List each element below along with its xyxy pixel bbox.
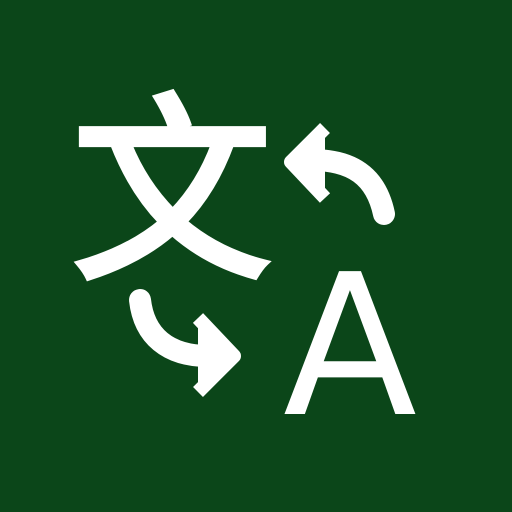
translate-app-icon[interactable]: 文 A: [0, 0, 512, 512]
translate-icon-graphic: 文 A: [0, 0, 512, 512]
source-language-glyph: 文: [72, 77, 272, 310]
target-language-glyph: A: [283, 233, 417, 461]
